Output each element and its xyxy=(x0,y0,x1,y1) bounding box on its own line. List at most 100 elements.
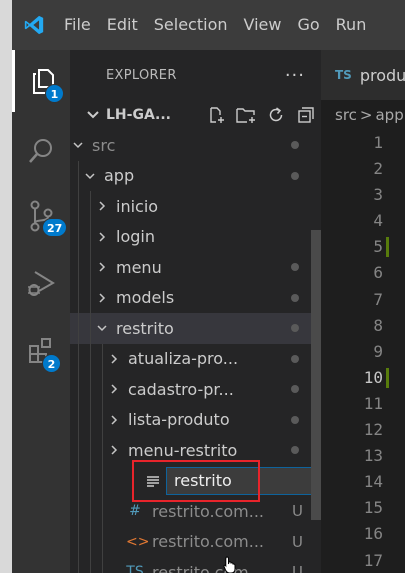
line-number-text: 7 xyxy=(373,289,383,309)
line-number-text: 12 xyxy=(363,420,383,440)
modified-line-marker xyxy=(386,367,389,388)
breadcrumb-app[interactable]: app xyxy=(375,106,403,124)
indent-guide xyxy=(90,557,91,573)
modified-dot-icon xyxy=(291,293,299,302)
refresh-icon xyxy=(269,107,283,122)
line-number: 11 xyxy=(321,391,405,417)
editor-tab[interactable]: TS produ xyxy=(321,50,405,100)
tree-folder-menu[interactable]: menu xyxy=(70,252,321,283)
tree-file-1[interactable]: # restrito.com... U xyxy=(70,496,321,527)
typescript-file-icon: TS xyxy=(126,564,144,573)
editor-area: TS produ src > app 1 2 3 4 5 6 7 8 9 10 11 12 13 14 15… xyxy=(321,50,405,573)
tree-file-2[interactable]: <> restrito.com... U xyxy=(70,526,321,557)
menu-item-selection[interactable]: Selection xyxy=(146,0,236,50)
tree-folder-menu-restrito[interactable]: menu-restrito xyxy=(70,435,321,466)
tree-item-label: menu-restrito xyxy=(128,440,238,460)
indent-guide xyxy=(78,465,79,496)
explorer-activity-button[interactable]: 1 xyxy=(12,50,70,112)
indent-guide xyxy=(90,313,91,344)
refresh-button[interactable] xyxy=(265,104,287,126)
rename-input[interactable] xyxy=(167,467,321,494)
new-file-button[interactable] xyxy=(205,104,227,126)
explorer-scrollbar[interactable] xyxy=(311,230,321,520)
text-file-icon xyxy=(147,476,159,487)
line-number: 3 xyxy=(321,182,405,208)
line-number-text: 9 xyxy=(373,341,383,361)
line-number: 12 xyxy=(321,417,405,443)
vscode-window: File Edit Selection View Go Run 1 27 2 E… xyxy=(12,0,405,573)
new-folder-button[interactable] xyxy=(235,104,257,126)
indent-guide xyxy=(102,465,103,496)
indent-guide xyxy=(78,282,79,313)
tree-file-3[interactable]: TS restrito.com... U xyxy=(70,557,321,573)
modified-dot-icon xyxy=(291,141,299,150)
indent-guide xyxy=(90,343,91,374)
line-number-text: 5 xyxy=(373,237,383,257)
modified-line-marker xyxy=(386,237,389,258)
extensions-activity-button[interactable]: 2 xyxy=(12,320,70,382)
indent-guide xyxy=(78,343,79,374)
run-debug-icon xyxy=(28,271,55,296)
line-number: 10 xyxy=(321,365,405,391)
chevron-down-icon xyxy=(82,170,98,182)
line-number: 14 xyxy=(321,469,405,495)
hand-cursor-icon xyxy=(223,556,236,573)
source-control-activity-button[interactable]: 27 xyxy=(12,185,70,247)
line-number: 4 xyxy=(321,208,405,234)
more-actions-button[interactable]: ··· xyxy=(285,65,305,86)
line-number-text: 15 xyxy=(363,498,383,518)
tree-folder-atualiza-pro[interactable]: atualiza-pro... xyxy=(70,343,321,374)
tree-item-label: restrito xyxy=(116,318,174,338)
line-number-text: 8 xyxy=(373,315,383,335)
menu-bar: File Edit Selection View Go Run xyxy=(56,0,374,50)
menu-item-run[interactable]: Run xyxy=(328,0,375,50)
menu-item-edit[interactable]: Edit xyxy=(99,0,146,50)
explorer-header: EXPLORER ··· xyxy=(70,50,321,100)
tree-folder-models[interactable]: models xyxy=(70,282,321,313)
modified-dot-icon xyxy=(291,324,299,333)
chevron-right-icon xyxy=(94,200,110,212)
modified-dot-icon xyxy=(291,415,299,424)
indent-guide xyxy=(90,282,91,313)
collapse-all-icon xyxy=(298,107,314,123)
tree-folder-restrito[interactable]: restrito xyxy=(70,313,321,344)
indent-guide xyxy=(78,374,79,405)
untracked-status-badge: U xyxy=(292,563,303,573)
tree-folder-src[interactable]: src xyxy=(70,130,321,161)
workspace-header[interactable]: LH-GA... xyxy=(70,100,321,130)
indent-guide xyxy=(90,221,91,252)
line-number-text: 13 xyxy=(363,446,383,466)
untracked-status-badge: U xyxy=(292,502,303,521)
indent-guide xyxy=(90,374,91,405)
chevron-right-icon xyxy=(106,383,122,395)
tree-folder-lista-produto[interactable]: lista-produto xyxy=(70,404,321,435)
menu-item-view[interactable]: View xyxy=(236,0,290,50)
indent-guide xyxy=(90,252,91,283)
tree-folder-login[interactable]: login xyxy=(70,221,321,252)
tree-folder-app[interactable]: app xyxy=(70,160,321,191)
run-debug-activity-button[interactable] xyxy=(12,252,70,314)
indent-guide xyxy=(78,526,79,557)
modified-dot-icon xyxy=(291,263,299,272)
tree-folder-cadastro-pr[interactable]: cadastro-pr... xyxy=(70,374,321,405)
untracked-status-badge: U xyxy=(292,532,303,551)
modified-dot-icon xyxy=(291,171,299,180)
line-number-text: 6 xyxy=(373,263,383,283)
collapse-all-button[interactable] xyxy=(295,104,317,126)
line-number-text: 14 xyxy=(363,472,383,492)
tree-item-label: models xyxy=(116,288,175,308)
breadcrumb-src[interactable]: src xyxy=(335,106,357,124)
tree-folder-inicio[interactable]: inicio xyxy=(70,191,321,222)
menu-item-file[interactable]: File xyxy=(56,0,99,50)
line-number: 16 xyxy=(321,521,405,547)
line-number-text: 3 xyxy=(373,185,383,205)
search-activity-button[interactable] xyxy=(12,120,70,182)
indent-guide xyxy=(78,160,79,191)
line-number: 15 xyxy=(321,495,405,521)
indent-guide xyxy=(78,404,79,435)
file-label: restrito.com... xyxy=(152,532,264,552)
vscode-logo-icon xyxy=(12,0,56,50)
line-number: 13 xyxy=(321,443,405,469)
menu-item-go[interactable]: Go xyxy=(289,0,327,50)
indent-guide xyxy=(78,496,79,527)
